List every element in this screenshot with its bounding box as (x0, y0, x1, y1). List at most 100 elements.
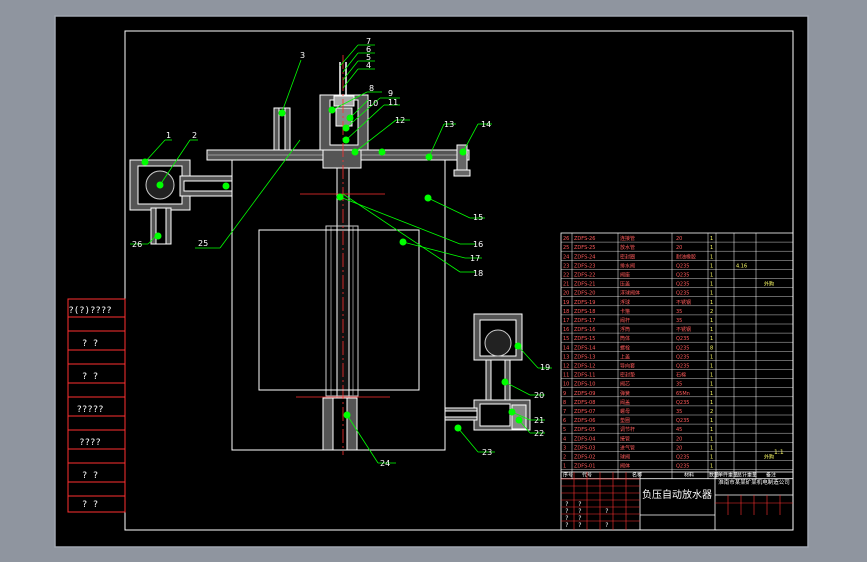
bom-code: ZDFS-23 (574, 263, 595, 269)
bom-qty: 1 (710, 327, 713, 333)
bom-material: 20 (676, 245, 682, 251)
scale-note: 1:1 (774, 449, 784, 456)
tb-mark: ? (578, 501, 582, 508)
bom-no: 21 (563, 282, 569, 288)
callout-12: 12 (395, 116, 405, 125)
bom-code: ZDFS-21 (574, 282, 595, 288)
bom-material: Q235 (676, 263, 689, 269)
bom-material: Q235 (676, 345, 689, 351)
bom-qty: 1 (710, 282, 713, 288)
bom-material: 耐油橡胶 (676, 253, 696, 260)
bom-code: ZDFS-20 (574, 291, 595, 297)
bom-material: 不锈钢 (676, 299, 691, 306)
bom-qty: 1 (710, 254, 713, 260)
callout-18: 18 (473, 269, 483, 278)
bom-name: 螺栓 (620, 344, 630, 351)
bom-name: 连接管 (620, 235, 635, 242)
bom-code: ZDFS-16 (574, 327, 595, 333)
tb-mark: ? (565, 515, 569, 522)
tb-mark: ? (578, 522, 582, 529)
bom-code: ZDFS-25 (574, 245, 595, 251)
bom-code: ZDFS-06 (574, 418, 595, 424)
bom-qty: 1 (710, 400, 713, 406)
bom-code: ZDFS-08 (574, 400, 595, 406)
bom-name: 螺母 (620, 408, 630, 415)
bom-no: 13 (563, 354, 569, 360)
tb-mark: ? (605, 508, 609, 515)
bom-no: 12 (563, 364, 569, 370)
callout-3: 3 (300, 51, 305, 60)
bom-note: 外购 (764, 454, 774, 461)
bom-qty: 1 (710, 336, 713, 342)
bom-no: 5 (563, 427, 566, 433)
bom-name: 浮筒 (620, 326, 630, 333)
bom-name: 球阀 (620, 454, 630, 461)
bom-qty: 2 (710, 409, 713, 415)
bom-code: ZDFS-09 (574, 391, 595, 397)
bom-material: Q235 (676, 291, 689, 297)
bom-material: 石棉 (676, 372, 686, 379)
bom-no: 1 (563, 464, 566, 470)
bom-name: 阀杆 (620, 317, 630, 324)
bom-material: Q235 (676, 364, 689, 370)
bom-code: ZDFS-04 (574, 436, 595, 442)
tb-mark: ? (578, 508, 582, 515)
bom-material: 45 (676, 427, 682, 433)
drawing-viewport: ?(?)???? ? ? ? ? ????? ???? ? ? ? ? 7 6 … (54, 15, 809, 548)
callout-1: 1 (166, 131, 171, 140)
callout-4: 4 (366, 61, 371, 70)
bom-no: 22 (563, 273, 569, 279)
bom-no: 17 (563, 318, 569, 324)
bom-name: 阀芯 (620, 381, 630, 388)
drawing-title: 负压自动放水器 (642, 488, 712, 501)
bom-no: 9 (563, 391, 566, 397)
side-cell-5: ???? (79, 438, 101, 448)
bom-header-cell: 名称 (632, 472, 642, 479)
drawing-sheet (54, 15, 809, 548)
bom-material: 35 (676, 309, 682, 315)
bom-code: ZDFS-10 (574, 382, 595, 388)
bom-material: Q235 (676, 273, 689, 279)
callout-10: 10 (368, 99, 378, 108)
bom-qty: 1 (710, 273, 713, 279)
callout-21: 21 (534, 416, 544, 425)
bom-material: 65Mn (676, 391, 690, 397)
bom-name: 接管 (620, 435, 630, 442)
bom-name: 上盖 (620, 353, 630, 360)
bom-qty: 1 (710, 364, 713, 370)
bom-code: ZDFS-02 (574, 455, 595, 461)
bom-name: 阀盖 (620, 399, 630, 406)
bom-no: 18 (563, 309, 569, 315)
callout-23: 23 (482, 448, 492, 457)
bom-qty: 1 (710, 318, 713, 324)
callout-22: 22 (534, 429, 544, 438)
callout-19: 19 (540, 363, 550, 372)
bom-material: 不锈钢 (676, 326, 691, 333)
side-cell-1: ?(?)???? (68, 306, 111, 316)
bom-header-cell: 总计重量 (737, 472, 757, 479)
bom-no: 4 (563, 436, 566, 442)
bom-name: 垫圈 (620, 417, 630, 424)
bom-no: 26 (563, 236, 569, 242)
callout-9: 9 (388, 89, 393, 98)
bom-name: 放水管 (620, 244, 635, 251)
bom-qty: 1 (710, 418, 713, 424)
bom-header-cell: 材料 (684, 472, 694, 479)
bom-qty: 1 (710, 354, 713, 360)
bom-name: 进气管 (620, 444, 635, 451)
bom-material: 20 (676, 236, 682, 242)
tb-mark: ? (605, 522, 609, 529)
bom-qty: 1 (710, 391, 713, 397)
bom-no: 11 (563, 373, 569, 379)
bom-qty: 1 (710, 236, 713, 242)
tb-mark: ? (565, 522, 569, 529)
bom-name: 浮球阀体 (620, 290, 640, 297)
bom-code: ZDFS-07 (574, 409, 595, 415)
bom-note: 外购 (764, 281, 774, 288)
side-cell-2: ? ? (82, 339, 98, 349)
bom-no: 3 (563, 445, 566, 451)
bom-no: 20 (563, 291, 569, 297)
bom-qty: 1 (710, 436, 713, 442)
bom-code: ZDFS-19 (574, 300, 595, 306)
bom-material: 35 (676, 318, 682, 324)
